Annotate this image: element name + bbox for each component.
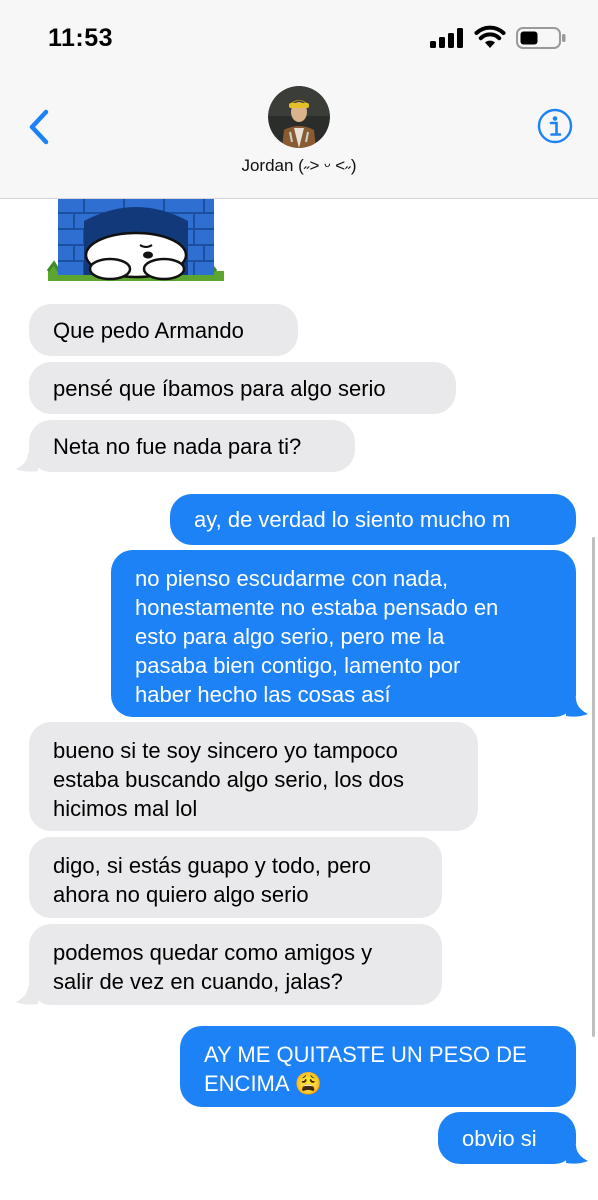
bubble-tail bbox=[16, 986, 38, 1005]
sent-message[interactable]: AY ME QUITASTE UN PESO DE ENCIMA 😩 bbox=[180, 1026, 576, 1107]
scroll-indicator[interactable] bbox=[592, 537, 595, 1037]
bubble-tail bbox=[566, 1145, 588, 1164]
status-bar: 11:53 bbox=[0, 0, 598, 80]
received-message[interactable]: pensé que íbamos para algo serio bbox=[29, 362, 456, 414]
received-message[interactable]: podemos quedar como amigos y salir de ve… bbox=[29, 924, 442, 1005]
dog-in-doghouse-sticker[interactable] bbox=[44, 199, 228, 283]
received-message[interactable]: bueno si te soy sincero yo tampoco estab… bbox=[29, 722, 478, 831]
sent-message[interactable]: ay, de verdad lo siento mucho m bbox=[170, 494, 576, 545]
received-message[interactable]: digo, si estás guapo y todo, pero ahora … bbox=[29, 837, 442, 918]
back-chevron-icon[interactable] bbox=[24, 108, 54, 146]
sent-message[interactable]: obvio si bbox=[438, 1112, 576, 1164]
info-icon[interactable] bbox=[537, 108, 573, 144]
conversation-header: Jordan (˶˃ ᵕ ˂˶) bbox=[0, 80, 598, 199]
bubble-tail bbox=[566, 698, 588, 717]
battery-icon bbox=[516, 27, 566, 49]
contact-name[interactable]: Jordan (˶˃ ᵕ ˂˶) bbox=[0, 156, 598, 176]
cellular-signal-icon bbox=[430, 28, 463, 48]
received-message[interactable]: Neta no fue nada para ti? bbox=[29, 420, 355, 472]
status-time: 11:53 bbox=[48, 24, 114, 52]
wifi-icon bbox=[474, 25, 506, 48]
sent-message[interactable]: no pienso escudarme con nada, honestamen… bbox=[111, 550, 576, 717]
contact-avatar[interactable] bbox=[268, 86, 330, 148]
received-message[interactable]: Que pedo Armando bbox=[29, 304, 298, 356]
message-thread[interactable]: Que pedo Armando pensé que íbamos para a… bbox=[0, 199, 598, 1200]
bubble-tail bbox=[16, 453, 38, 472]
